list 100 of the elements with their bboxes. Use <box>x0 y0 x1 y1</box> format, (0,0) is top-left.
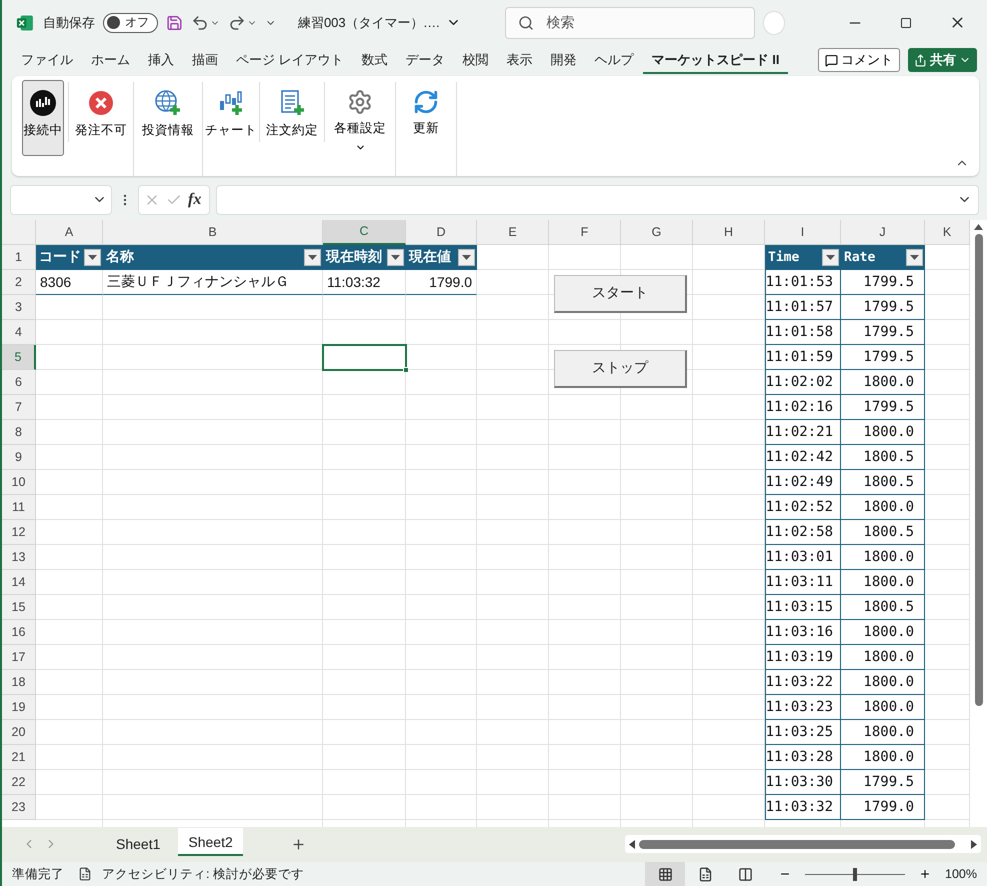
row-header[interactable]: 6 <box>2 370 36 395</box>
row-header[interactable]: 9 <box>2 444 36 470</box>
row-header[interactable]: 13 <box>2 544 36 570</box>
table-cell: 1800.5 <box>841 520 925 545</box>
table-cell: 11:03:30 <box>765 770 841 795</box>
table-cell: 1799.5 <box>841 770 925 795</box>
table-cell: 1800.0 <box>841 544 925 570</box>
table-cell: 11:02:16 <box>765 394 841 420</box>
table-cell: 1799.5 <box>841 270 925 295</box>
table-cell: 11:03:11 <box>765 570 841 595</box>
ribbon-button[interactable]: 発注不可 <box>73 80 129 156</box>
search-field[interactable]: 検索 <box>505 6 755 39</box>
column-header[interactable]: I <box>765 220 841 245</box>
table-cell: 1799.0 <box>841 794 925 820</box>
ribbon-tab[interactable]: ヘルプ <box>586 46 643 74</box>
table-cell: 11:03:22 <box>765 670 841 695</box>
row-header[interactable]: 12 <box>2 520 36 545</box>
row-header[interactable]: 22 <box>2 770 36 795</box>
comment-button[interactable]: コメント <box>818 48 900 72</box>
row-header[interactable]: 18 <box>2 670 36 695</box>
share-button[interactable]: 共有 <box>908 48 977 72</box>
table-cell: 1800.0 <box>841 694 925 720</box>
ribbon-tab[interactable]: 表示 <box>498 46 542 74</box>
row-header[interactable]: 16 <box>2 620 36 645</box>
macro-button[interactable]: ストップ <box>554 350 687 388</box>
table-cell: 1800.0 <box>841 420 925 445</box>
row-header[interactable]: 11 <box>2 494 36 520</box>
table-cell: 11:02:58 <box>765 520 841 545</box>
row-header[interactable]: 1 <box>2 244 36 270</box>
row-header[interactable]: 15 <box>2 594 36 620</box>
table-cell: 11:02:21 <box>765 420 841 445</box>
column-header[interactable]: K <box>925 220 970 245</box>
accessibility-status[interactable]: アクセシビリティ: 検討が必要です <box>102 866 304 882</box>
row-header[interactable]: 2 <box>2 270 36 295</box>
table-cell: 1800.0 <box>841 644 925 670</box>
table-cell: 1800.5 <box>841 594 925 620</box>
table-cell: 11:01:57 <box>765 294 841 320</box>
ribbon-tab[interactable]: ファイル <box>12 46 82 74</box>
table-cell: 11:03:15 <box>765 594 841 620</box>
column-header[interactable]: F <box>549 220 621 245</box>
table-cell: 1799.5 <box>841 344 925 370</box>
row-header[interactable]: 17 <box>2 644 36 670</box>
ribbon-tab[interactable]: 開発 <box>542 46 586 74</box>
column-header[interactable]: G <box>621 220 693 245</box>
row-header[interactable]: 3 <box>2 294 36 320</box>
row-header[interactable]: 8 <box>2 420 36 445</box>
table-cell: 11:02:42 <box>765 444 841 470</box>
ribbon-tab[interactable]: 数式 <box>352 46 397 74</box>
column-header[interactable]: B <box>103 220 323 245</box>
row-header[interactable]: 4 <box>2 320 36 345</box>
column-header[interactable]: E <box>477 220 549 245</box>
table-cell: 11:01:53 <box>765 270 841 295</box>
ribbon-button[interactable]: 投資情報 <box>138 80 198 156</box>
table-cell: 1800.0 <box>841 570 925 595</box>
table-cell: 1799.0 <box>406 270 477 295</box>
insert-function-button[interactable]: fx <box>188 190 202 209</box>
row-header[interactable]: 20 <box>2 720 36 745</box>
table-cell: 1800.0 <box>841 370 925 395</box>
row-header[interactable]: 23 <box>2 794 36 820</box>
table-header-cell: 現在時刻 <box>323 244 406 270</box>
column-header[interactable]: J <box>841 220 925 245</box>
column-header[interactable]: H <box>693 220 765 245</box>
column-header[interactable]: C <box>323 220 406 245</box>
table-cell: 11:03:32 <box>323 270 406 295</box>
macro-button[interactable]: スタート <box>554 274 687 313</box>
document-title-button[interactable]: 練習003（タイマー）.… <box>298 14 462 32</box>
zoom-level: 100% <box>945 867 977 881</box>
autosave-toggle[interactable]: オフ <box>102 12 158 33</box>
row-header[interactable]: 10 <box>2 470 36 495</box>
autosave-label: 自動保存 <box>42 14 95 32</box>
sheet-tab[interactable]: Sheet1 <box>106 830 170 858</box>
row-header[interactable]: 5 <box>2 344 36 370</box>
table-cell: 11:03:01 <box>765 544 841 570</box>
status-text: 準備完了 <box>12 866 64 882</box>
column-header[interactable]: D <box>406 220 477 245</box>
ribbon-tab[interactable]: ページ レイアウト <box>227 46 353 74</box>
ribbon-tab[interactable]: マーケットスピード II <box>642 46 788 74</box>
ribbon-button[interactable]: チャート <box>207 80 255 156</box>
sheet-tab[interactable]: Sheet2 <box>178 828 243 856</box>
row-header[interactable]: 19 <box>2 694 36 720</box>
ribbon-tab[interactable]: データ <box>396 46 454 74</box>
ribbon-tab[interactable]: 挿入 <box>139 46 183 74</box>
ribbon-button[interactable]: 各種設定 <box>329 80 391 156</box>
table-header-cell: Rate <box>841 244 925 270</box>
table-cell: 1799.5 <box>841 394 925 420</box>
table-cell: 1800.0 <box>841 670 925 695</box>
table-cell: 1800.0 <box>841 494 925 520</box>
table-header-cell: コード <box>36 244 103 270</box>
table-cell: 11:02:49 <box>765 470 841 495</box>
column-header[interactable]: A <box>36 220 103 245</box>
ribbon-tab[interactable]: 校閲 <box>454 46 498 74</box>
ribbon-button[interactable]: 注文約定 <box>264 80 320 156</box>
ribbon-button[interactable]: 接続中 <box>22 80 64 156</box>
table-cell: 11:03:25 <box>765 720 841 745</box>
ribbon-tab[interactable]: 描画 <box>183 46 227 74</box>
row-header[interactable]: 21 <box>2 744 36 770</box>
ribbon-button[interactable]: 更新 <box>400 80 452 156</box>
row-header[interactable]: 7 <box>2 394 36 420</box>
ribbon-tab[interactable]: ホーム <box>82 46 139 74</box>
row-header[interactable]: 14 <box>2 570 36 595</box>
